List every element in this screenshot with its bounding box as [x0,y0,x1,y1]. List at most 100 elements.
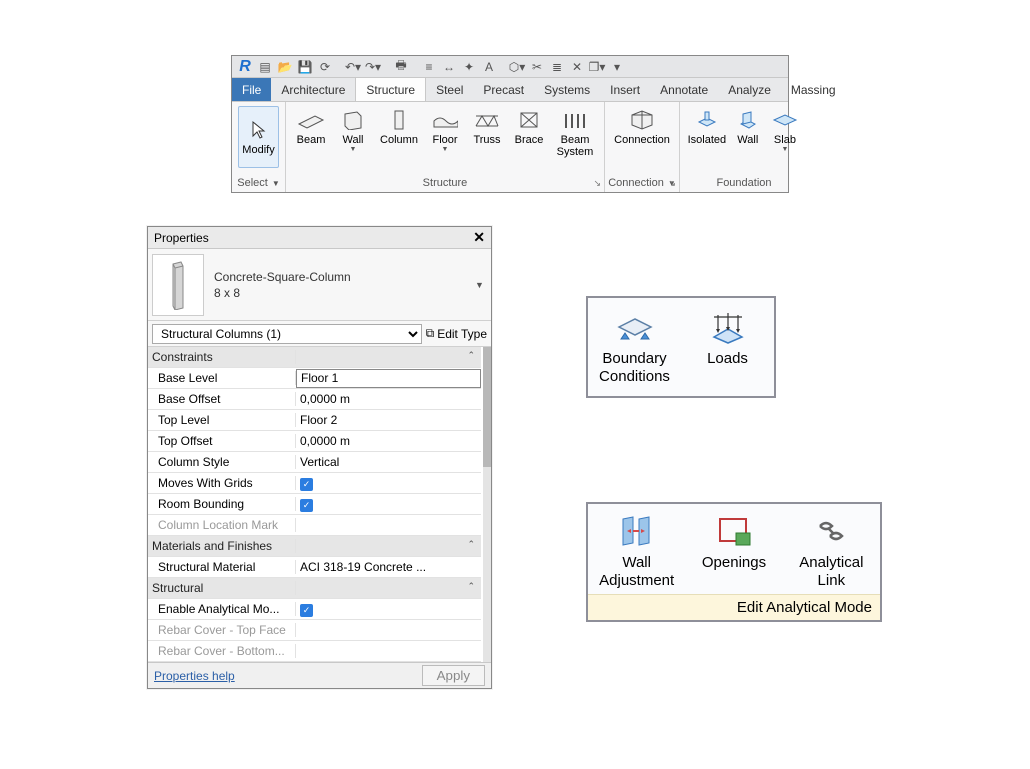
foundation-panel-label: Foundation [716,177,771,189]
tab-file[interactable]: File [232,78,271,101]
property-row[interactable]: Column StyleVertical [148,452,481,473]
qat-thin-icon[interactable]: ≣ [548,58,566,76]
apply-button[interactable]: Apply [422,665,485,686]
isolated-icon [693,108,721,132]
property-row[interactable]: Rebar Cover - Top Face [148,620,481,641]
connection-button[interactable]: Connection [611,106,673,148]
loads-button[interactable]: Loads [681,304,774,390]
group-header[interactable]: Structural⌃ [148,578,481,599]
wall-button[interactable]: Wall ▼ [334,106,372,155]
connection-panel-label: Connection [608,177,664,189]
scrollbar[interactable] [483,347,491,662]
property-row[interactable]: Enable Analytical Mo...✓ [148,599,481,620]
checkbox-checked-icon[interactable]: ✓ [300,478,313,491]
tab-systems[interactable]: Systems [534,78,600,101]
property-value[interactable]: 0,0000 m [296,434,481,448]
checkbox-checked-icon[interactable]: ✓ [300,604,313,617]
property-value[interactable]: ACI 318-19 Concrete ... [296,560,481,574]
qat-3d-icon[interactable]: ⬡▾ [508,58,526,76]
tab-annotate[interactable]: Annotate [650,78,718,101]
chevron-down-icon[interactable]: ▼ [475,280,487,290]
property-value[interactable]: 0,0000 m [296,392,481,406]
modify-button[interactable]: Modify [238,106,279,168]
beam-system-button[interactable]: Beam System [552,106,598,160]
property-value[interactable]: Vertical [296,455,481,469]
properties-help-link[interactable]: Properties help [154,669,235,683]
tab-structure[interactable]: Structure [355,78,426,101]
qat-redo-icon[interactable]: ↷▾ [364,58,382,76]
group-header[interactable]: Constraints⌃ [148,347,481,368]
tab-massing[interactable]: Massing [781,78,846,101]
column-button[interactable]: Column [376,106,422,148]
property-name: Moves With Grids [148,476,296,490]
qat-switch-icon[interactable]: ❐▾ [588,58,606,76]
qat-close-icon[interactable]: ✕ [568,58,586,76]
dialog-launcher-icon[interactable]: ↘ [593,178,601,189]
loads-label: Loads [707,350,748,368]
collapse-icon[interactable]: ⌃ [467,581,475,592]
property-row[interactable]: Structural MaterialACI 318-19 Concrete .… [148,557,481,578]
tab-architecture[interactable]: Architecture [271,78,355,101]
qat-dim-icon[interactable]: ↔ [440,58,458,76]
beam-system-label: Beam System [557,134,594,158]
tab-insert[interactable]: Insert [600,78,650,101]
slab-button[interactable]: Slab ▼ [768,106,802,155]
tab-analyze[interactable]: Analyze [718,78,781,101]
property-value[interactable]: ✓ [296,602,481,617]
qat-open-icon[interactable]: 📂 [276,58,294,76]
edit-type-button[interactable]: ⧉ Edit Type [426,326,487,341]
floor-button[interactable]: Floor ▼ [426,106,464,155]
qat-sync-icon[interactable]: ⟳ [316,58,334,76]
fwall-button[interactable]: Wall [732,106,764,148]
close-icon[interactable]: ✕ [473,229,485,246]
property-value[interactable]: ✓ [296,476,481,491]
qat-more-icon[interactable]: ▾ [608,58,626,76]
property-row[interactable]: Moves With Grids ✓ [148,473,481,494]
type-text: Concrete-Square-Column 8 x 8 [214,269,465,301]
type-selector[interactable]: Concrete-Square-Column 8 x 8 ▼ [148,249,491,321]
category-selector[interactable]: Structural Columns (1) [152,324,422,344]
dialog-launcher-icon[interactable]: ↘ [668,178,676,189]
qat-text-icon[interactable]: A [480,58,498,76]
collapse-icon[interactable]: ⌃ [467,350,475,361]
property-row[interactable]: Column Location Mark [148,515,481,536]
qat-section-icon[interactable]: ✂ [528,58,546,76]
property-row[interactable]: Top Offset0,0000 m [148,431,481,452]
qat-print-icon[interactable]: 🖶 [392,58,410,76]
openings-button[interactable]: Openings [685,508,782,594]
qat-save-icon[interactable]: 💾 [296,58,314,76]
property-name: Base Level [148,371,296,385]
boundary-conditions-button[interactable]: Boundary Conditions [588,304,681,390]
type-family: Concrete-Square-Column [214,269,465,285]
qat-undo-icon[interactable]: ↶▾ [344,58,362,76]
chevron-down-icon[interactable]: ▼ [272,179,280,188]
property-row[interactable]: Rebar Cover - Bottom... [148,641,481,662]
scroll-thumb[interactable] [483,347,491,467]
property-value[interactable]: Floor 1 [296,369,481,388]
tab-steel[interactable]: Steel [426,78,473,101]
property-row[interactable]: Top LevelFloor 2 [148,410,481,431]
qat-measure-icon[interactable]: ≡ [420,58,438,76]
property-value[interactable]: ✓ [296,497,481,512]
truss-button[interactable]: Truss [468,106,506,148]
floor-label: Floor [432,134,457,146]
beam-button[interactable]: Beam [292,106,330,148]
group-header[interactable]: Materials and Finishes⌃ [148,536,481,557]
boundary-conditions-label: Boundary Conditions [599,350,670,386]
checkbox-checked-icon[interactable]: ✓ [300,499,313,512]
isolated-button[interactable]: Isolated [686,106,728,148]
property-row[interactable]: Room Bounding✓ [148,494,481,515]
property-value[interactable]: Floor 2 [296,413,481,427]
property-grid: Constraints⌃Base LevelFloor 1Base Offset… [148,347,491,662]
wall-adjustment-button[interactable]: Wall Adjustment [588,508,685,594]
analytical-link-button[interactable]: Analytical Link [783,508,880,594]
brace-button[interactable]: Brace [510,106,548,148]
property-row[interactable]: Base LevelFloor 1 [148,368,481,389]
collapse-icon[interactable]: ⌃ [467,539,475,550]
qat-view-icon[interactable]: ▤ [256,58,274,76]
chevron-down-icon: ▼ [350,146,357,153]
boundary-conditions-icon [611,308,659,346]
qat-spot-icon[interactable]: ✦ [460,58,478,76]
property-row[interactable]: Base Offset0,0000 m [148,389,481,410]
tab-precast[interactable]: Precast [473,78,534,101]
